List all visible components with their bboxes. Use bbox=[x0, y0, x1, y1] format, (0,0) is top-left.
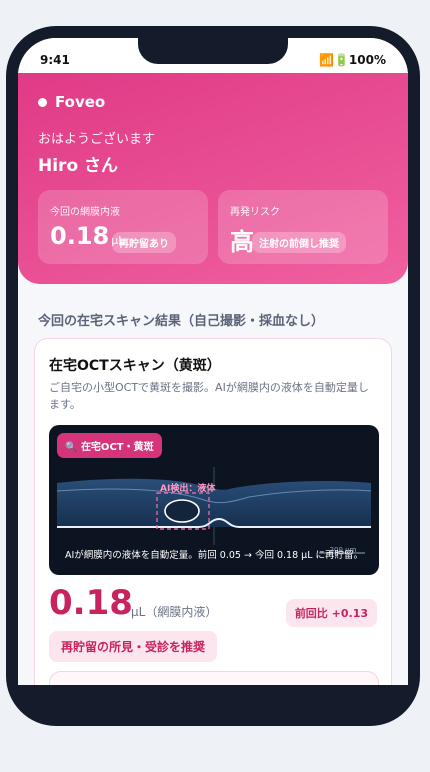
greeting: おはようございます bbox=[38, 132, 156, 147]
delta-badge: 前回比 +0.13 bbox=[285, 599, 377, 627]
oct-caption: AIが網膜内の液体を自動定量。前回 0.05 → 今回 0.18 μL に再貯留… bbox=[64, 550, 364, 561]
risk-status-badge: 注射の前倒し推奨 bbox=[252, 232, 346, 253]
risk-stat-card[interactable]: 再発リスク 高 注射の前倒し推奨 bbox=[218, 190, 388, 264]
scan-card-description: ご自宅の小型OCTで黄斑を撮影。AIが網膜内の液体を自動定量します。 bbox=[49, 381, 369, 411]
oct-scan-image[interactable]: 200 μm AI検出：液体 🔍 在宅OCT・黄斑 AIが網膜内の液体を自動定量… bbox=[49, 425, 379, 575]
user-name: Hiro さん bbox=[38, 156, 119, 176]
section-title: 今回の在宅スキャン結果（自己撮影・採血なし） bbox=[38, 314, 325, 329]
oct-badge-label: 在宅OCT・黄斑 bbox=[80, 442, 154, 453]
fluid-status-badge: 再貯留あり bbox=[112, 232, 176, 253]
brand-name: Foveo bbox=[55, 93, 106, 111]
brand: Foveo bbox=[38, 93, 105, 111]
fluid-value: 0.18 bbox=[50, 222, 110, 250]
hero-header: Foveo おはようございます Hiro さん 今回の網膜内液 0.18 μL 再… bbox=[18, 73, 408, 284]
status-indicators: 📶🔋100% bbox=[319, 53, 386, 67]
ai-detection-label: AI検出：液体 bbox=[160, 482, 216, 494]
next-section-card bbox=[49, 671, 379, 685]
battery-percent: 100% bbox=[348, 53, 386, 67]
recommendation-badge[interactable]: 再貯留の所見・受診を推奨 bbox=[49, 631, 218, 662]
scan-result-card: 在宅OCTスキャン（黄斑） ご自宅の小型OCTで黄斑を撮影。AIが網膜内の液体を… bbox=[34, 338, 392, 685]
battery-icon: 🔋 bbox=[333, 53, 349, 67]
fluid-stat-label: 今回の網膜内液 bbox=[50, 207, 120, 218]
app-screen: 9:41 📶🔋100% Foveo おはようございます Hiro さん 今回の網… bbox=[18, 38, 408, 685]
fluid-stat-card[interactable]: 今回の網膜内液 0.18 μL 再貯留あり bbox=[38, 190, 208, 264]
risk-stat-label: 再発リスク bbox=[230, 207, 280, 218]
scan-card-title: 在宅OCTスキャン（黄斑） bbox=[49, 358, 221, 374]
signal-icon: 📶 bbox=[319, 53, 334, 67]
brand-dot-icon bbox=[38, 97, 47, 107]
search-icon: 🔍 bbox=[65, 442, 78, 453]
oct-badge: 🔍 在宅OCT・黄斑 bbox=[57, 433, 162, 458]
result-unit: μL（網膜内液） bbox=[131, 605, 218, 619]
result-value: 0.18 bbox=[49, 583, 133, 623]
notch bbox=[138, 38, 288, 64]
status-time: 9:41 bbox=[40, 53, 70, 67]
risk-stat-value: 高 bbox=[230, 228, 254, 256]
